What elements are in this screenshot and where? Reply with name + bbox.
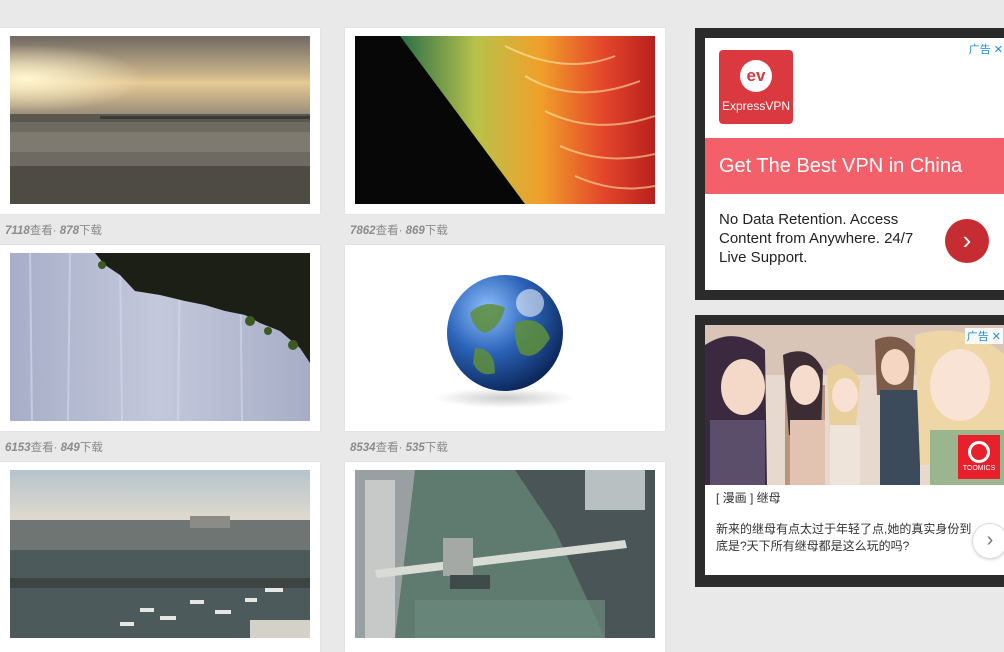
close-icon[interactable]: ✕ [994, 44, 1003, 56]
gallery-card-4[interactable] [345, 245, 665, 431]
gallery-card-6[interactable] [345, 462, 665, 652]
ad-banner-vpn[interactable]: 广告 ✕ ev ExpressVPN Get The Best VPN in Ch… [695, 28, 1004, 300]
thumbnail-canal-bridge[interactable] [355, 470, 655, 638]
downloads-count: 849 [60, 442, 80, 454]
logo-mark: ev [740, 60, 772, 92]
chevron-right-icon[interactable]: › [972, 523, 1004, 559]
thumbnail-earth-globe[interactable] [355, 253, 655, 421]
ad-headline[interactable]: Get The Best VPN in China [705, 138, 1004, 194]
expressvpn-logo: ev ExpressVPN [719, 50, 793, 124]
stats-row-2: 7862查看· 869下载 [350, 225, 448, 237]
stats-row-4: 8534查看· 535下载 [350, 442, 448, 454]
adchoices-label-2[interactable]: 广告 ✕ [964, 328, 1003, 344]
ad-banner-manga[interactable]: TOOMICS 广告 ✕ [ 漫画 ] 继母 新来的继母有点太过于年轻了点,她的真… [695, 315, 1004, 587]
logo-text: ExpressVPN [721, 99, 791, 113]
chevron-right-icon[interactable]: › [945, 219, 989, 263]
views-count: 7862 [350, 225, 376, 237]
gallery-card-2[interactable] [345, 28, 665, 214]
views-count: 7118 [5, 225, 30, 237]
manga-artwork[interactable]: TOOMICS [705, 325, 1004, 485]
manga-ad-title[interactable]: [ 漫画 ] 继母 [716, 489, 781, 506]
gallery-card-5[interactable] [0, 462, 320, 652]
ad-vpn-content[interactable]: 广告 ✕ ev ExpressVPN Get The Best VPN in Ch… [705, 38, 1004, 290]
adchoices-label[interactable]: 广告 ✕ [969, 41, 1003, 57]
gallery-card-1[interactable] [0, 28, 320, 214]
close-icon[interactable]: ✕ [992, 331, 1001, 343]
downloads-count: 878 [59, 225, 79, 237]
thumbnail-rainbow-light[interactable] [355, 36, 655, 204]
stats-row-1: 7118查看· 878下载 [5, 225, 102, 237]
manga-ad-description: 新来的继母有点太过于年轻了点,她的真实身份到底是?天下所有继母都是这么玩的吗? [716, 522, 972, 553]
downloads-count: 535 [405, 442, 425, 454]
thumbnail-waterfall-cliff[interactable] [10, 253, 310, 421]
thumbnail-marina-boats[interactable] [10, 470, 310, 638]
ad-description: No Data Retention. Access Content from A… [719, 211, 914, 266]
stats-row-3: 6153查看· 849下载 [5, 442, 103, 454]
thumbnail-sunset-beach[interactable] [10, 36, 310, 204]
views-count: 8534 [350, 442, 376, 454]
downloads-count: 869 [405, 225, 425, 237]
views-count: 6153 [5, 442, 31, 454]
gallery-card-3[interactable] [0, 245, 320, 431]
toomics-logo: TOOMICS [958, 435, 1000, 479]
ad-manga-content[interactable]: TOOMICS 广告 ✕ [ 漫画 ] 继母 新来的继母有点太过于年轻了点,她的真… [705, 325, 1004, 575]
